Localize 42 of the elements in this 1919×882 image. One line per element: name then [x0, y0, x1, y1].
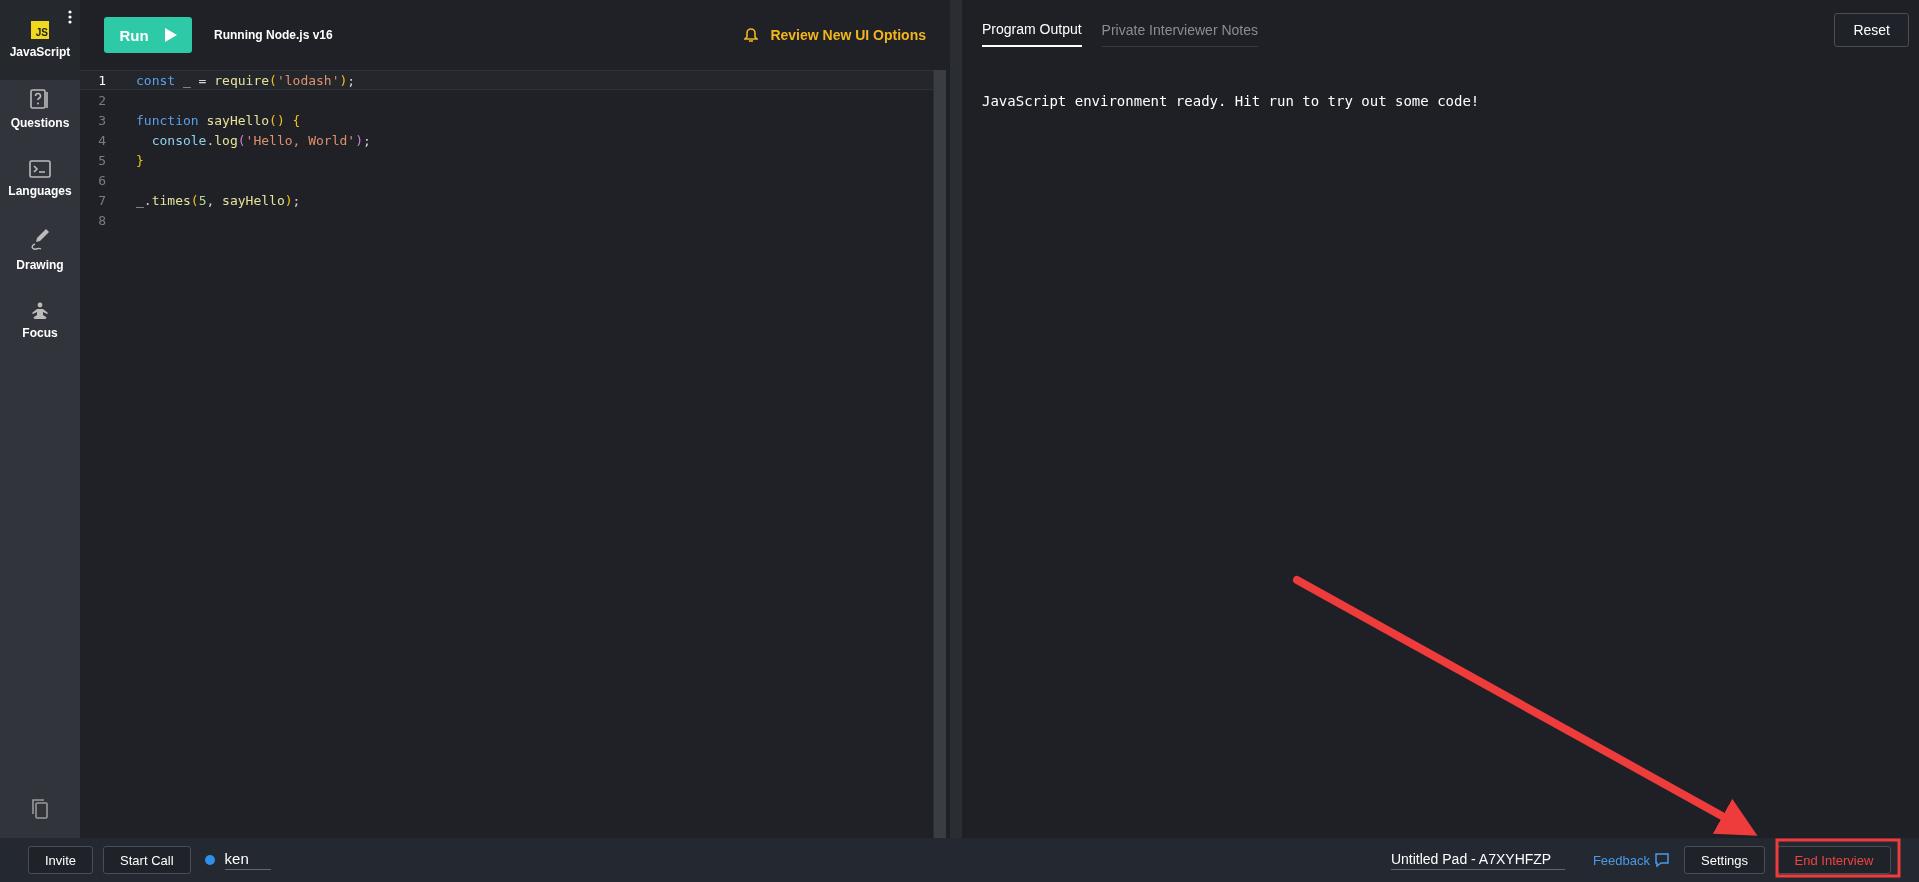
line-number: 1 — [97, 72, 106, 88]
meditation-icon — [30, 302, 50, 320]
chat-bubble-icon — [1654, 852, 1670, 868]
end-interview-button[interactable]: End Interview — [1777, 846, 1891, 874]
code-line: _.times(5, sayHello); — [136, 192, 301, 208]
pad-title-field[interactable]: Untitled Pad - A7XYHFZP — [1390, 850, 1565, 870]
line-number: 2 — [97, 92, 106, 108]
more-icon[interactable] — [68, 10, 72, 24]
question-box-icon — [29, 88, 51, 110]
language-label: JavaScript — [9, 45, 71, 59]
sidebar-item[interactable]: Questions — [8, 88, 72, 130]
copy-icon[interactable] — [30, 798, 50, 820]
sidebar-item[interactable]: Focus — [8, 302, 72, 340]
code-line: console.log('Hello, World'); — [150, 132, 371, 148]
output-message: JavaScript environment ready. Hit run to try out some code! — [982, 93, 1481, 109]
line-number: 6 — [97, 172, 106, 188]
code-line: const _ = require('lodash'); — [136, 72, 356, 88]
line-number: 8 — [97, 212, 106, 228]
review-ui-link[interactable]: Review New UI Options — [744, 27, 926, 43]
tab[interactable]: Private Interviewer Notes — [1101, 13, 1258, 47]
javascript-badge: JS — [31, 21, 49, 39]
tab[interactable]: Program Output — [982, 13, 1082, 47]
play-icon — [164, 28, 177, 42]
bell-icon — [744, 27, 759, 43]
line-number: 3 — [97, 112, 106, 128]
line-number: 4 — [97, 132, 106, 148]
invite-button[interactable]: Invite — [28, 846, 94, 874]
start-call-button[interactable]: Start Call — [103, 846, 191, 874]
terminal-icon — [29, 160, 51, 178]
scrollbar[interactable] — [933, 70, 946, 838]
feedback-link[interactable]: Feedback — [1592, 852, 1670, 868]
settings-button[interactable]: Settings — [1684, 846, 1765, 874]
sidebar-item[interactable]: Drawing — [8, 228, 72, 272]
sidebar-item[interactable]: Languages — [8, 160, 72, 198]
user-name-field[interactable]: ken — [224, 850, 271, 870]
reset-button[interactable]: Reset — [1834, 13, 1909, 47]
pen-icon — [30, 228, 50, 252]
line-number: 5 — [97, 152, 106, 168]
runtime-label: Running Node.js v16 — [214, 28, 333, 42]
code-line: function sayHello() { — [136, 112, 301, 128]
line-number: 7 — [97, 192, 106, 208]
code-line: } — [136, 152, 144, 168]
